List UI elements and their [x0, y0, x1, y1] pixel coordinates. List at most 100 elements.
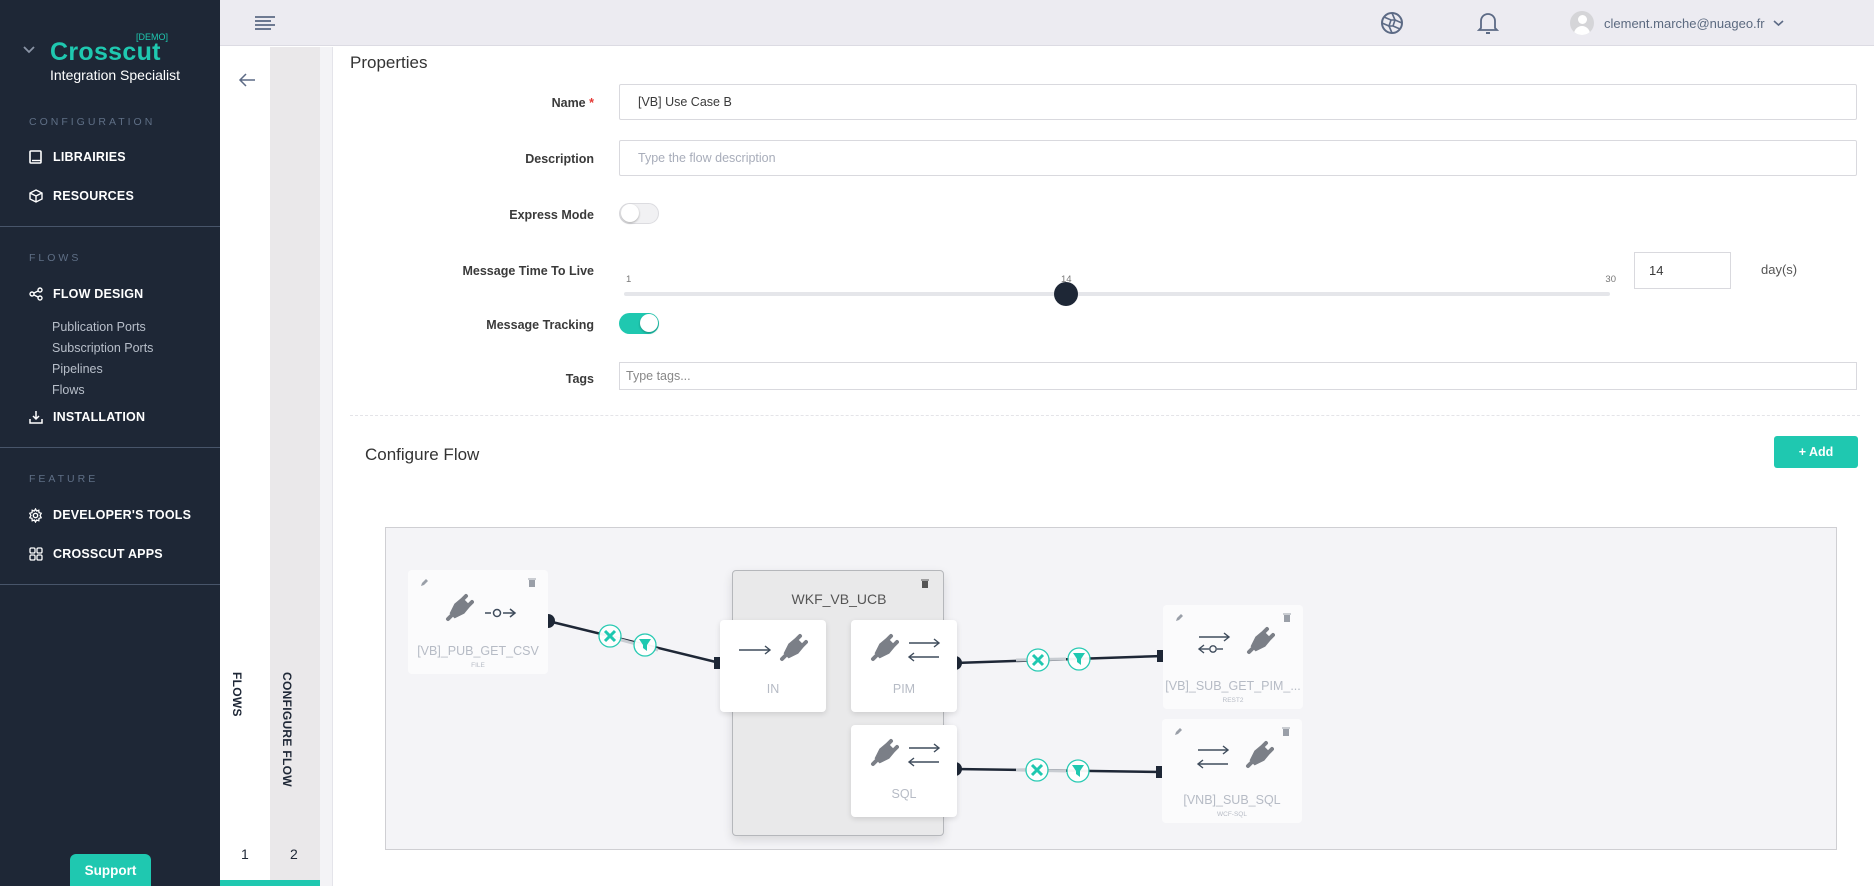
sidebar-item-label: DEVELOPER'S TOOLS — [53, 508, 192, 522]
slider-thumb[interactable] — [1054, 282, 1078, 306]
pipeline-step-sql[interactable]: SQL — [851, 725, 957, 817]
panel-separator — [320, 47, 333, 886]
plug-icon — [1246, 741, 1274, 768]
sidebar-item-flow-design[interactable]: FLOW DESIGN — [28, 283, 143, 305]
section-configuration: CONFIGURATION — [29, 116, 156, 128]
arrow-right-icon — [739, 645, 772, 655]
filter-icon[interactable] — [1067, 647, 1091, 671]
exchange-arrows-icon — [907, 638, 941, 662]
divider — [0, 226, 220, 227]
port-type: FILE — [471, 662, 485, 669]
port-name: [VNB]_SUB_SQL — [1183, 793, 1281, 807]
name-label: Name * — [334, 96, 594, 110]
sidebar-subitem-pipelines[interactable]: Pipelines — [52, 362, 103, 376]
hamburger-menu-icon[interactable] — [254, 15, 276, 31]
transform-x-icon[interactable] — [1026, 648, 1050, 672]
sidebar-subitem-subscription-ports[interactable]: Subscription Ports — [52, 341, 153, 355]
step-name: SQL — [891, 787, 917, 801]
subscription-port-node[interactable]: [VB]_SUB_GET_PIM_... REST2 — [1163, 605, 1303, 709]
pipeline-step-in[interactable]: IN — [720, 620, 826, 712]
transform-x-icon[interactable] — [1025, 758, 1049, 782]
tab-flows[interactable]: FLOWS — [230, 672, 244, 717]
support-button[interactable]: Support — [70, 854, 151, 886]
flow-canvas[interactable]: [VB]_PUB_GET_CSV FILE WKF_VB_UCB IN PIM … — [385, 527, 1837, 850]
plug-icon — [1247, 627, 1275, 654]
sidebar-subitem-flows[interactable]: Flows — [52, 383, 85, 397]
ttl-number-input[interactable]: 14 — [1634, 252, 1731, 289]
grid-icon — [28, 547, 43, 562]
back-arrow-icon[interactable] — [237, 71, 257, 89]
description-input[interactable] — [619, 140, 1857, 176]
add-button[interactable]: + Add — [1774, 436, 1858, 468]
sidebar-item-label: CROSSCUT APPS — [53, 547, 163, 561]
sidebar: [DEMO] Crosscut Integration Specialist C… — [0, 0, 220, 886]
divider — [0, 447, 220, 448]
pipeline-step-pim[interactable]: PIM — [851, 620, 957, 712]
aperture-icon[interactable] — [1380, 11, 1404, 35]
trash-icon[interactable] — [1282, 727, 1290, 736]
description-label: Description — [525, 152, 594, 166]
slider-track[interactable] — [624, 292, 1610, 296]
sidebar-item-label: FLOW DESIGN — [53, 287, 144, 301]
required-asterisk: * — [589, 96, 594, 110]
tracking-label: Message Tracking — [486, 318, 594, 332]
toggle-knob — [621, 204, 639, 222]
sidebar-item-resources[interactable]: RESOURCES — [28, 185, 134, 207]
tags-input[interactable]: Type tags... — [619, 362, 1857, 390]
user-email: clement.marche@nuageo.fr — [1604, 15, 1765, 31]
trash-icon[interactable] — [528, 578, 536, 587]
sidebar-item-developers-tools[interactable]: DEVELOPER'S TOOLS — [28, 504, 191, 526]
port-name: [VB]_SUB_GET_PIM_... — [1165, 679, 1301, 693]
filter-icon[interactable] — [1066, 759, 1090, 783]
step-number-1[interactable]: 1 — [241, 846, 249, 862]
name-label-text: Name — [551, 96, 586, 110]
transform-x-icon[interactable] — [598, 624, 622, 648]
name-input[interactable] — [619, 84, 1857, 120]
edit-pencil-icon[interactable] — [1175, 613, 1184, 622]
edit-pencil-icon[interactable] — [1174, 727, 1183, 736]
port-type: WCF-SQL — [1217, 811, 1247, 818]
section-feature: FEATURE — [29, 473, 99, 485]
sidebar-item-crosscut-apps[interactable]: CROSSCUT APPS — [28, 543, 163, 565]
wizard-steps: FLOWS CONFIGURE FLOW 1 2 — [220, 47, 320, 886]
sidebar-item-librairies[interactable]: LIBRAIRIES — [28, 146, 126, 168]
toggle-knob — [640, 314, 658, 332]
book-icon — [28, 150, 43, 165]
exchange-arrows-icon — [907, 743, 941, 767]
express-mode-toggle[interactable] — [619, 203, 659, 224]
slider-max-label: 30 — [1605, 274, 1616, 285]
plug-icon — [446, 594, 474, 621]
ttl-slider[interactable]: 1 14 30 — [624, 274, 1616, 314]
plug-icon — [871, 634, 899, 661]
trash-icon[interactable] — [921, 579, 929, 588]
brand-name: Crosscut — [50, 38, 161, 66]
subscribe-direction-icon — [1197, 632, 1231, 654]
pipeline-name: WKF_VB_UCB — [791, 591, 887, 607]
topbar: clement.marche@nuageo.fr — [220, 0, 1874, 46]
publication-port-node[interactable]: [VB]_PUB_GET_CSV FILE — [408, 570, 548, 674]
wizard-step-2-bg — [270, 47, 320, 886]
bell-icon[interactable] — [1477, 10, 1499, 36]
step-number-2[interactable]: 2 — [290, 846, 298, 862]
brand-subtitle: Integration Specialist — [50, 67, 180, 83]
step-name: PIM — [892, 682, 916, 696]
sidebar-item-installation[interactable]: INSTALLATION — [28, 406, 145, 428]
tab-configure-flow[interactable]: CONFIGURE FLOW — [280, 672, 294, 787]
trash-icon[interactable] — [1283, 613, 1291, 622]
sidebar-item-label: INSTALLATION — [53, 410, 146, 424]
filter-icon[interactable] — [633, 633, 657, 657]
user-menu[interactable]: clement.marche@nuageo.fr — [1570, 10, 1784, 36]
wizard-progress-bar — [220, 880, 320, 886]
chevron-down-icon[interactable] — [23, 44, 35, 56]
sidebar-subitem-publication-ports[interactable]: Publication Ports — [52, 320, 146, 334]
subscription-port-node[interactable]: [VNB]_SUB_SQL WCF-SQL — [1162, 719, 1302, 823]
slider-min-label: 1 — [626, 274, 632, 285]
ttl-label: Message Time To Live — [462, 264, 594, 278]
cube-icon — [28, 189, 43, 204]
message-tracking-toggle[interactable] — [619, 313, 659, 334]
port-type: REST2 — [1222, 697, 1244, 704]
share-nodes-icon — [28, 287, 43, 302]
edit-pencil-icon[interactable] — [420, 578, 429, 587]
gear-icon — [28, 507, 43, 523]
brand[interactable]: [DEMO] Crosscut Integration Specialist — [0, 14, 220, 83]
